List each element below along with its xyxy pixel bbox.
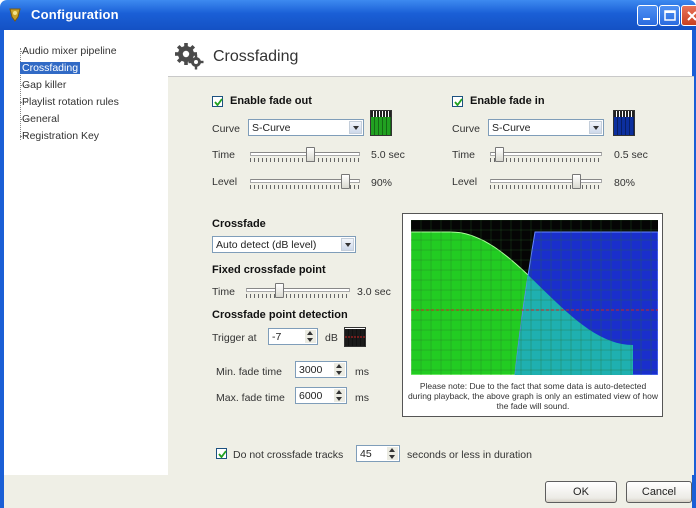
tree-item-registration-key[interactable]: Registration Key [20, 129, 99, 143]
check-icon [454, 98, 463, 107]
fade-out-curve-swatch[interactable] [370, 110, 392, 136]
max-fade-time-unit: ms [355, 392, 369, 404]
fade-in-time-slider[interactable] [490, 146, 602, 164]
tree-item-crossfading[interactable]: Crossfading [20, 61, 81, 75]
tree-item-general[interactable]: General [20, 112, 59, 126]
max-fade-time-stepper[interactable]: 6000 [295, 387, 347, 404]
slider-thumb[interactable] [306, 147, 315, 162]
min-fade-time-unit: ms [355, 366, 369, 378]
fade-in-curve-swatch[interactable] [613, 110, 635, 136]
tree-item-gap-killer[interactable]: Gap killer [20, 78, 66, 92]
tree-item-label: Gap killer [22, 79, 67, 91]
tree-item-label: Registration Key [22, 130, 100, 142]
short-track-duration-value: 45 [360, 448, 372, 460]
close-icon [687, 11, 696, 21]
check-icon [214, 98, 223, 107]
fade-out-time-slider[interactable] [250, 146, 360, 164]
minimize-button[interactable] [637, 5, 658, 26]
fade-out-time-label: Time [212, 149, 235, 161]
stepper-arrows-icon[interactable] [334, 389, 345, 402]
short-track-suffix: seconds or less in duration [407, 449, 532, 461]
crossfade-mode-select[interactable]: Auto detect (dB level) [212, 236, 356, 253]
title-bar: Configuration [0, 0, 696, 30]
crossfade-time-label: Time [212, 286, 235, 298]
fade-out-curve-select[interactable]: S-Curve [248, 119, 364, 136]
slider-thumb[interactable] [572, 174, 581, 189]
enable-fade-in-label: Enable fade in [470, 95, 545, 107]
slider-thumb[interactable] [341, 174, 350, 189]
trigger-at-label: Trigger at [212, 332, 257, 344]
stepper-arrows-icon[interactable] [305, 330, 316, 343]
enable-fade-in-checkbox[interactable] [452, 96, 463, 107]
crossfade-detection-heading: Crossfade point detection [212, 309, 348, 321]
close-button[interactable] [681, 5, 696, 26]
min-fade-time-value: 3000 [299, 364, 323, 376]
crossfade-time-value: 3.0 sec [357, 286, 391, 298]
max-fade-time-value: 6000 [299, 390, 323, 402]
fade-in-level-value: 80% [614, 177, 636, 189]
stepper-arrows-icon[interactable] [387, 447, 398, 460]
tree-item-label: Audio mixer pipeline [22, 45, 117, 57]
ok-button[interactable]: OK [545, 481, 617, 503]
crossfade-mode-value: Auto detect (dB level) [216, 239, 317, 251]
tree-item-label: Playlist rotation rules [22, 96, 119, 108]
window-title: Configuration [31, 7, 119, 22]
trigger-level-stepper[interactable]: -7 [268, 328, 318, 345]
min-fade-time-stepper[interactable]: 3000 [295, 361, 347, 378]
tree-item-label: Crossfading [20, 62, 81, 74]
fade-out-curve-value: S-Curve [252, 122, 291, 134]
crossfade-graph [411, 220, 658, 375]
tree-item-audio-mixer-pipeline[interactable]: Audio mixer pipeline [20, 44, 117, 58]
min-fade-time-label: Min. fade time [216, 366, 282, 378]
fade-out-level-value: 90% [371, 177, 393, 189]
fade-in-curve-value: S-Curve [492, 122, 531, 134]
gear-icon [175, 43, 204, 70]
trigger-color-swatch[interactable] [344, 327, 366, 347]
enable-fade-out-checkbox[interactable] [212, 96, 223, 107]
do-not-crossfade-checkbox[interactable] [216, 448, 227, 459]
window-border-left [0, 30, 4, 508]
short-track-duration-stepper[interactable]: 45 [356, 445, 400, 462]
fade-in-level-slider[interactable] [490, 173, 602, 191]
stepper-arrows-icon[interactable] [334, 363, 345, 376]
fade-out-time-value: 5.0 sec [371, 149, 405, 161]
cancel-button[interactable]: Cancel [626, 481, 692, 503]
fade-out-level-slider[interactable] [250, 173, 360, 191]
chevron-down-icon[interactable] [349, 121, 362, 134]
crossfade-time-slider[interactable] [246, 282, 350, 300]
fixed-crossfade-heading: Fixed crossfade point [212, 264, 326, 276]
fade-in-curve-select[interactable]: S-Curve [488, 119, 604, 136]
threshold-line-icon [345, 336, 365, 338]
app-icon [9, 8, 21, 22]
fade-in-time-label: Time [452, 149, 475, 161]
minimize-icon [643, 18, 650, 20]
fade-out-level-label: Level [212, 176, 238, 188]
trigger-level-value: -7 [272, 331, 282, 343]
chevron-down-icon[interactable] [341, 238, 354, 251]
fade-in-level-label: Level [452, 176, 478, 188]
maximize-button[interactable] [659, 5, 680, 26]
enable-fade-out-label: Enable fade out [230, 95, 312, 107]
tree-item-playlist-rotation-rules[interactable]: Playlist rotation rules [20, 95, 119, 109]
page-title: Crossfading [213, 48, 299, 65]
slider-thumb[interactable] [275, 283, 284, 298]
maximize-icon [664, 10, 676, 21]
chevron-down-icon[interactable] [589, 121, 602, 134]
slider-thumb[interactable] [495, 147, 504, 162]
max-fade-time-label: Max. fade time [216, 392, 285, 404]
fade-out-curve-label: Curve [212, 123, 241, 135]
crossfade-heading: Crossfade [212, 218, 266, 230]
trigger-unit: dB [325, 332, 338, 344]
do-not-crossfade-label: Do not crossfade tracks [233, 449, 344, 461]
graph-note: Please note: Due to the fact that some d… [408, 381, 658, 411]
check-icon [218, 450, 227, 459]
fade-in-time-value: 0.5 sec [614, 149, 648, 161]
fade-in-curve-label: Curve [452, 123, 481, 135]
tree-item-label: General [22, 113, 60, 125]
